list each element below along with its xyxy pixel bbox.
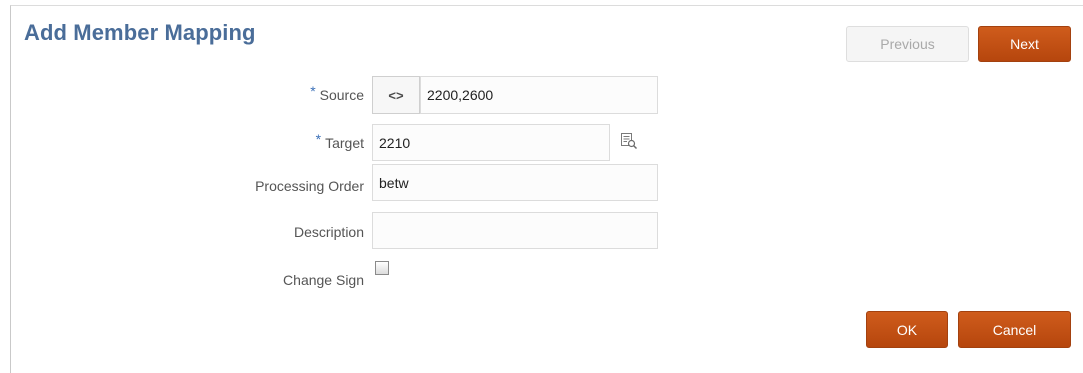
ok-button[interactable]: OK [866, 311, 948, 348]
processing-order-label: Processing Order [255, 178, 364, 194]
source-expression-toggle[interactable]: <> [372, 76, 420, 114]
change-sign-label: Change Sign [283, 272, 364, 288]
code-brackets-icon: <> [388, 87, 404, 103]
member-selector-icon[interactable] [620, 132, 638, 150]
description-input[interactable] [372, 212, 658, 249]
source-label: * Source [310, 83, 364, 103]
source-input-value: 2200,2600 [427, 87, 494, 103]
target-input-value: 2210 [379, 134, 411, 151]
processing-order-value: betw [379, 174, 409, 191]
source-input[interactable]: 2200,2600 [420, 76, 658, 114]
required-indicator: * [315, 131, 322, 147]
cancel-button[interactable]: Cancel [958, 311, 1071, 348]
dialog-title: Add Member Mapping [24, 20, 256, 45]
previous-button[interactable]: Previous [846, 26, 969, 62]
processing-order-input[interactable]: betw [372, 164, 658, 201]
description-label: Description [293, 224, 364, 240]
add-member-mapping-dialog: Add Member Mapping Previous Next * Source… [10, 5, 1083, 373]
next-button[interactable]: Next [978, 26, 1071, 62]
required-indicator: * [310, 83, 316, 99]
target-input[interactable]: 2210 [372, 124, 610, 161]
target-label: * Target [315, 131, 364, 151]
change-sign-checkbox[interactable] [375, 261, 389, 275]
